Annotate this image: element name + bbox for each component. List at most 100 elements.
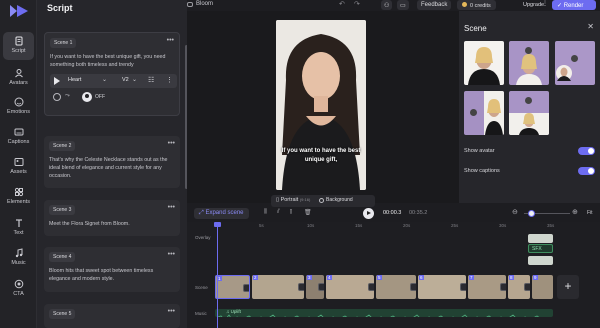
scene-clip[interactable]: 2 <box>252 275 304 299</box>
fit-button[interactable]: Fit <box>587 210 593 216</box>
voice-name[interactable]: Heart <box>68 77 81 83</box>
transition-icon[interactable] <box>298 283 304 291</box>
more-vertical-icon[interactable]: ⋮ <box>542 0 548 7</box>
speed-icon[interactable]: ⤳ <box>65 93 70 100</box>
expand-scene-button[interactable]: ⤢ Expand scene <box>194 208 249 219</box>
scene-clip[interactable]: 5 <box>376 275 416 299</box>
playhead[interactable] <box>217 222 218 328</box>
scene-script-text[interactable]: Bloom hits that sweet spot between timel… <box>49 267 174 283</box>
show-avatar-label: Show avatar <box>464 148 495 154</box>
more-vertical-icon[interactable]: ⋮ <box>166 76 173 84</box>
split-right-icon[interactable]: ⫾ <box>290 209 292 216</box>
transition-icon[interactable] <box>500 283 506 291</box>
zoom-slider-handle[interactable] <box>528 210 535 217</box>
time-ruler[interactable]: 5s 10s 15s 20s 25s 30s 35s <box>215 222 600 232</box>
layout-thumbnail[interactable] <box>555 41 595 85</box>
more-horizontal-icon[interactable]: ••• <box>167 37 174 44</box>
rail-item-assets[interactable]: Assets <box>3 153 34 181</box>
more-horizontal-icon[interactable]: ••• <box>168 204 175 211</box>
add-scene-button[interactable]: + <box>557 275 579 299</box>
split-icon[interactable]: ⫼ <box>264 209 267 216</box>
transition-icon[interactable] <box>410 283 416 291</box>
share-icon[interactable]: ⚇ <box>381 0 393 10</box>
transition-icon[interactable] <box>368 283 374 291</box>
transition-icon[interactable] <box>318 283 324 291</box>
trash-icon[interactable]: 🗑 <box>304 209 312 216</box>
overlay-clip[interactable] <box>528 234 553 243</box>
transition-icon[interactable] <box>460 283 466 291</box>
rail-item-script[interactable]: Script <box>3 32 34 60</box>
rail-item-text[interactable]: Text <box>3 214 34 242</box>
play-icon[interactable] <box>525 97 532 104</box>
transition-icon[interactable] <box>524 283 530 291</box>
play-icon[interactable] <box>525 47 532 54</box>
close-icon[interactable]: ✕ <box>587 22 594 31</box>
overlay-clip[interactable] <box>528 256 553 265</box>
rail-item-cta[interactable]: CTA <box>3 275 34 303</box>
render-button[interactable]: ✓ Render <box>552 0 596 10</box>
scene-clip[interactable]: 9 <box>532 275 553 299</box>
music-label: ♫ Uplift <box>226 309 241 314</box>
video-preview[interactable]: If you want to have the best unique gift… <box>276 20 366 190</box>
scene-card-2[interactable]: Scene 2 ••• That's why the Celeste Neckl… <box>44 136 180 188</box>
logo-icon[interactable] <box>9 4 29 18</box>
avatar-toggle-icon[interactable] <box>82 92 92 102</box>
sliders-icon[interactable]: ☷ <box>148 76 154 84</box>
show-avatar-toggle[interactable] <box>578 147 595 155</box>
chevron-down-icon[interactable]: ⌄ <box>132 76 137 83</box>
scene-clip[interactable]: 4 <box>326 275 374 299</box>
rail-item-elements[interactable]: Elements <box>3 183 34 211</box>
scene-clip[interactable]: 3 <box>306 275 324 299</box>
credits-badge[interactable]: 0 credits <box>457 0 496 10</box>
zoom-in-icon[interactable]: ⊕ <box>572 208 578 216</box>
redo-icon[interactable]: ↷ <box>354 0 360 8</box>
scene-card-4[interactable]: Scene 4 ••• Bloom hits that sweet spot b… <box>44 247 180 292</box>
more-horizontal-icon[interactable]: ••• <box>168 251 175 258</box>
zoom-out-icon[interactable]: ⊖ <box>512 208 518 216</box>
chevron-down-icon[interactable]: ⌄ <box>102 76 107 83</box>
clock-icon[interactable] <box>53 93 61 101</box>
background-button[interactable]: Background <box>326 197 353 203</box>
clip-number: 5 <box>377 275 382 280</box>
split-left-icon[interactable]: ⫽ <box>277 209 280 216</box>
sfx-clip[interactable]: SFX <box>528 244 553 253</box>
scene-clip[interactable]: 1 <box>215 275 250 299</box>
scene-card-3[interactable]: Scene 3 ••• Meet the Flora Signet from B… <box>44 200 180 236</box>
playhead-handle[interactable] <box>214 222 221 227</box>
scene-script-text[interactable]: That's why the Celeste Necklace stands o… <box>49 156 174 180</box>
voice-selector[interactable]: Heart ⌄ V2 ⌄ ☷ ⋮ <box>50 74 177 88</box>
layout-thumbnail[interactable] <box>509 91 549 135</box>
play-icon[interactable] <box>470 109 477 116</box>
transition-icon[interactable] <box>243 284 249 292</box>
play-button[interactable] <box>363 208 374 219</box>
scene-card-5[interactable]: Scene 5 ••• <box>44 304 180 328</box>
layout-thumbnail[interactable] <box>509 41 549 85</box>
play-voice-icon[interactable] <box>54 77 60 85</box>
show-captions-toggle[interactable] <box>578 167 595 175</box>
layout-thumbnail[interactable] <box>464 41 504 85</box>
more-horizontal-icon[interactable]: ••• <box>168 308 175 315</box>
format-selector[interactable]: ▯ Portrait (9:16) <box>276 197 310 203</box>
layout-thumbnail[interactable] <box>464 91 504 135</box>
feedback-button[interactable]: Feedback <box>417 0 452 10</box>
rail-item-captions[interactable]: Captions <box>3 123 34 151</box>
rail-item-music[interactable]: Music <box>3 244 34 272</box>
more-horizontal-icon[interactable]: ••• <box>168 140 175 147</box>
scene-clip[interactable]: 7 <box>468 275 506 299</box>
scene-script-text[interactable]: If you want to have the best unique gift… <box>50 53 173 69</box>
project-name[interactable]: Bloom <box>196 1 213 7</box>
smile-icon <box>14 97 23 107</box>
scene-clip[interactable]: 6 <box>418 275 466 299</box>
rail-item-emotions[interactable]: Emotions <box>3 93 34 121</box>
background-icon[interactable] <box>319 198 324 203</box>
preview-icon[interactable]: ▭ <box>397 0 409 10</box>
rail-item-avatars[interactable]: Avatars <box>3 64 34 92</box>
undo-icon[interactable]: ↶ <box>339 0 345 8</box>
scene-card-1[interactable]: Scene 1 ••• If you want to have the best… <box>44 32 180 116</box>
scene-script-text[interactable]: Meet the Flora Signet from Bloom. <box>49 220 174 228</box>
scene-clip[interactable]: 8 <box>508 275 530 299</box>
timeline[interactable]: 5s 10s 15s 20s 25s 30s 35s Overlay SFX S… <box>187 222 600 328</box>
play-icon[interactable] <box>571 55 578 62</box>
voice-version[interactable]: V2 <box>122 77 129 83</box>
music-clip[interactable]: ♫ Uplift <box>215 309 553 317</box>
